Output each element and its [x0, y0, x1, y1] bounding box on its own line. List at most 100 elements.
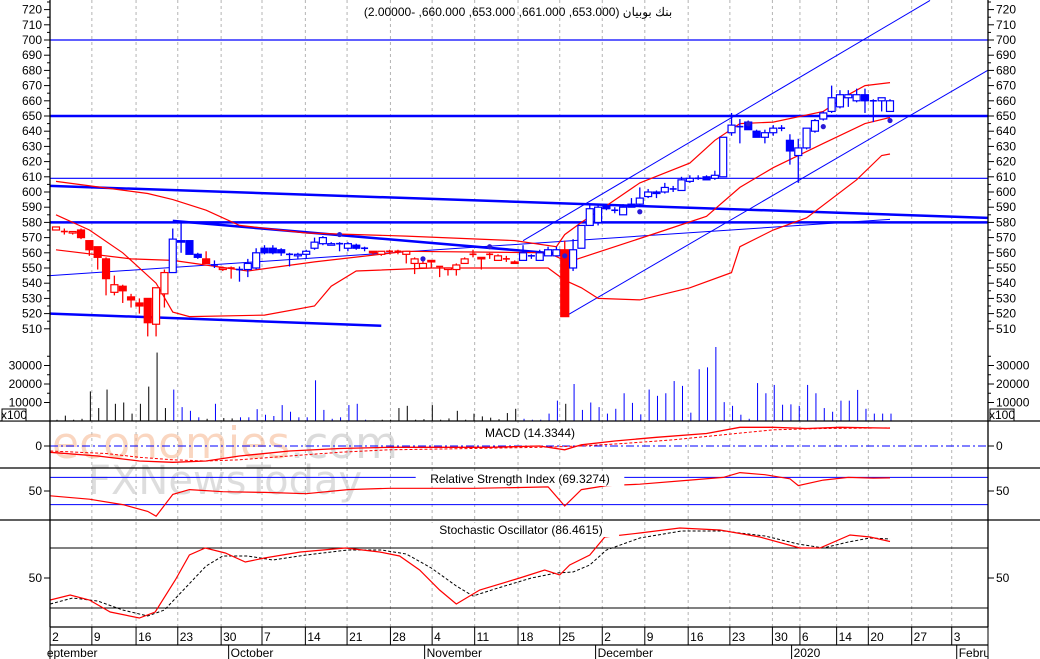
date-label: 28: [392, 630, 406, 644]
candle-body: [627, 203, 636, 208]
candle-body: [619, 206, 628, 216]
candle-body: [560, 249, 570, 318]
candle: [118, 284, 127, 303]
chart-title: بنك بوبيان (653.000, 661.000, 653.000, 6…: [364, 5, 672, 19]
candle: [427, 259, 436, 268]
price-axis-label-right: 570: [996, 231, 1016, 245]
candle: [518, 245, 528, 262]
price-axis-label-left: 620: [22, 155, 42, 169]
candle-body: [193, 253, 202, 258]
price-axis-label-left: 700: [22, 33, 42, 47]
price-axis-label-right: 530: [996, 291, 1016, 305]
candle: [593, 204, 603, 226]
candle: [769, 125, 778, 136]
candle: [852, 88, 861, 103]
candle: [627, 198, 636, 208]
signal-marker: [336, 231, 343, 238]
macd-axis-label-left: 0: [35, 439, 42, 453]
candle: [93, 246, 102, 270]
price-axis-label-right: 700: [996, 33, 1016, 47]
volume-multiplier-label: x100: [1, 408, 27, 422]
price-axis-label-right: 560: [996, 246, 1016, 260]
candle: [819, 111, 828, 121]
price-axis-label-right: 510: [996, 322, 1016, 336]
price-axis-label-left: 690: [22, 48, 42, 62]
date-label: 9: [647, 630, 654, 644]
trendline: [50, 312, 382, 328]
candle: [669, 185, 677, 192]
candle-body: [885, 100, 895, 113]
stochastic-axis-label-right: 50: [996, 571, 1010, 585]
candle-body: [794, 147, 803, 157]
candle-body: [151, 287, 161, 325]
candle: [327, 242, 336, 246]
candle: [760, 129, 770, 144]
candle: [685, 175, 694, 183]
candle: [844, 90, 853, 107]
candle-body: [860, 94, 870, 102]
candle: [660, 182, 669, 194]
stochastic-k-line: [50, 527, 891, 619]
rsi-axis-label-left: 50: [29, 484, 43, 498]
date-label: 11: [477, 630, 490, 644]
date-label: 30: [774, 630, 788, 644]
candle-body: [835, 94, 845, 108]
candle-body: [293, 253, 302, 257]
candle: [101, 257, 111, 296]
date-label: 30: [223, 630, 237, 644]
candle: [493, 254, 503, 261]
candle-body: [352, 244, 361, 249]
signal-marker: [562, 253, 568, 259]
candle-body: [719, 136, 728, 178]
candle: [652, 190, 661, 199]
signal-marker: [637, 209, 643, 215]
candle: [51, 226, 61, 231]
candle: [543, 246, 553, 257]
candle-body: [802, 127, 811, 149]
candle-body: [510, 261, 519, 265]
date-label: 23: [180, 630, 194, 644]
candle: [752, 129, 761, 138]
candle: [510, 260, 519, 265]
candle-body: [260, 247, 269, 254]
candle-body: [327, 243, 336, 246]
candle: [644, 188, 653, 199]
candle-body: [819, 112, 828, 120]
candle-body: [810, 119, 820, 132]
candle: [460, 257, 469, 265]
candle-body: [302, 250, 311, 255]
price-axis-label-left: 650: [22, 109, 42, 123]
candle: [552, 246, 561, 257]
candle-body: [769, 127, 778, 134]
candle-body: [685, 177, 694, 182]
price-axis-label-left: 570: [22, 231, 42, 245]
candle: [527, 254, 535, 259]
candle: [202, 251, 211, 265]
candle-body: [218, 267, 227, 271]
volume-multiplier-label: x100: [989, 408, 1015, 422]
candle: [452, 263, 461, 276]
trendline: [172, 219, 565, 256]
candle: [469, 249, 477, 258]
candle: [318, 236, 327, 246]
month-label: October: [231, 646, 274, 659]
candle: [502, 255, 510, 262]
candle: [885, 99, 895, 113]
candle: [402, 250, 411, 264]
candle-body: [460, 258, 469, 265]
month-label: November: [427, 646, 482, 659]
candle-body: [252, 252, 261, 269]
candle: [126, 293, 136, 308]
price-axis-label-right: 600: [996, 185, 1016, 199]
candle-body: [493, 255, 503, 261]
candle-body: [118, 285, 127, 292]
candle-body: [577, 224, 586, 249]
price-axis-label-left: 560: [22, 246, 42, 260]
price-axis-label-right: 650: [996, 109, 1016, 123]
price-axis-label-right: 710: [996, 18, 1016, 32]
candle-body: [268, 247, 277, 254]
signal-marker: [420, 256, 426, 262]
price-axis-label-left: 720: [22, 3, 42, 17]
candle-body: [318, 237, 327, 245]
candle: [243, 258, 252, 278]
